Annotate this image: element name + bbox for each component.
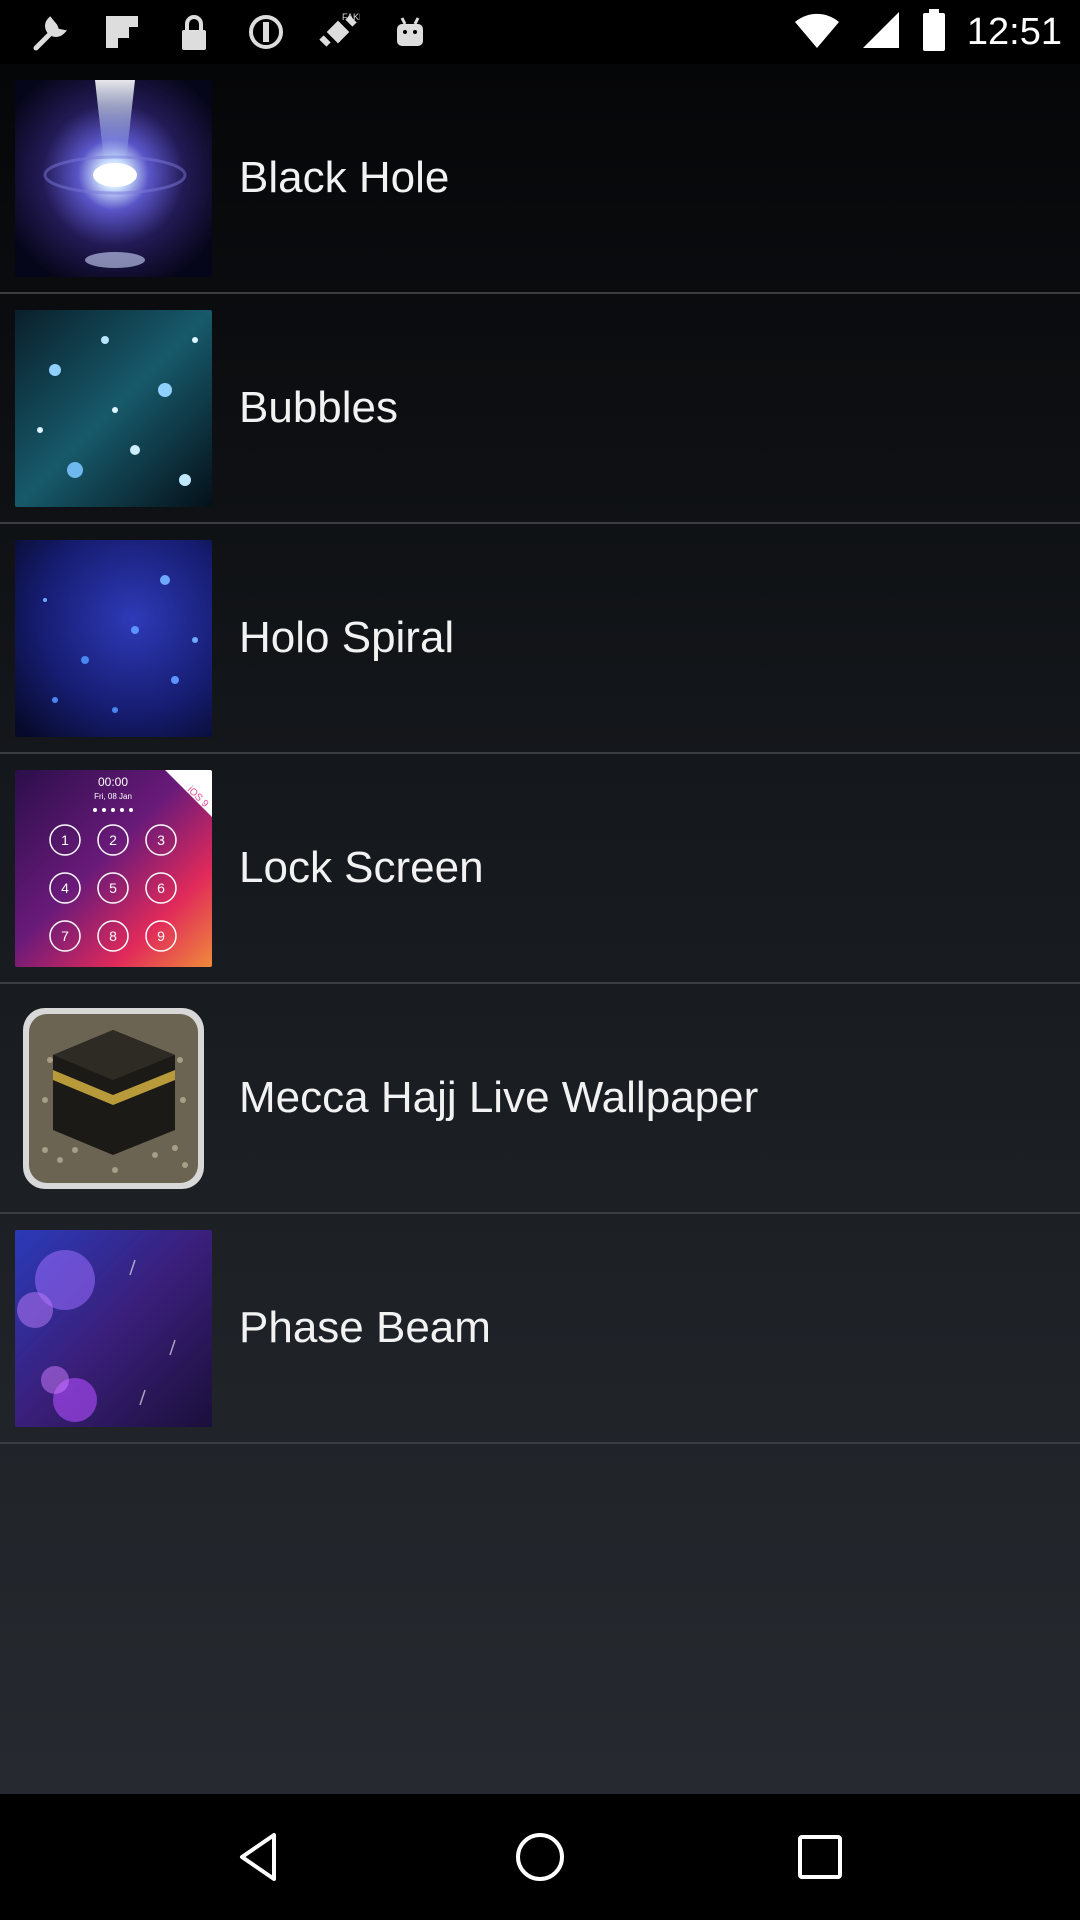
- list-item-bubbles[interactable]: Bubbles: [0, 294, 1080, 524]
- phase-beam-thumbnail: [15, 1229, 212, 1427]
- svg-text:FAKE: FAKE: [342, 12, 360, 22]
- back-icon: [240, 1833, 276, 1881]
- wifi-icon: [793, 10, 841, 55]
- notification-icons: FAKE: [28, 10, 432, 54]
- lock-icon: [172, 10, 216, 54]
- list-item-holo-spiral[interactable]: Holo Spiral: [0, 524, 1080, 754]
- recents-icon: [798, 1835, 842, 1879]
- home-icon: [516, 1833, 564, 1881]
- lock-key: 7: [61, 928, 69, 944]
- lock-thumb-date: Fri, 08 Jan: [94, 792, 132, 801]
- item-label: Mecca Hajj Live Wallpaper: [239, 1073, 759, 1122]
- lock-thumb-time: 00:00: [98, 775, 128, 789]
- list-item-lock-screen[interactable]: iOS 9 00:00 Fri, 08 Jan 1 2 3 4 5 6 7 8 …: [0, 754, 1080, 984]
- system-status: 12:51: [793, 8, 1062, 57]
- lock-key: 1: [61, 832, 69, 848]
- data-saver-icon: [244, 10, 288, 54]
- fake-gps-icon: FAKE: [316, 10, 360, 54]
- flipboard-icon: [100, 10, 144, 54]
- item-label: Bubbles: [239, 383, 399, 432]
- wallpaper-list: Black Hole Bubbles Holo Spiral iOS 9 00:…: [0, 64, 1080, 1794]
- android-icon: [388, 10, 432, 54]
- lock-key: 9: [157, 928, 165, 944]
- clock: 12:51: [966, 10, 1062, 53]
- list-item-black-hole[interactable]: Black Hole: [0, 64, 1080, 294]
- signal-icon: [861, 10, 901, 55]
- item-label: Lock Screen: [239, 843, 484, 892]
- lock-key: 4: [61, 880, 69, 896]
- battery-icon: [921, 8, 947, 57]
- list-item-mecca-hajj[interactable]: Mecca Hajj Live Wallpaper: [0, 984, 1080, 1214]
- black-hole-thumbnail: [15, 79, 212, 277]
- lock-key: 8: [109, 928, 117, 944]
- status-bar: FAKE 12:51: [0, 0, 1080, 64]
- bubbles-thumbnail: [15, 309, 212, 507]
- wrench-icon: [28, 10, 72, 54]
- navigation-bar: [0, 1794, 1080, 1920]
- lock-key: 5: [109, 880, 117, 896]
- mecca-thumbnail: [15, 1000, 212, 1197]
- lock-screen-thumbnail: iOS 9 00:00 Fri, 08 Jan 1 2 3 4 5 6 7 8 …: [15, 769, 212, 967]
- holo-spiral-thumbnail: [15, 539, 212, 737]
- recents-button[interactable]: [770, 1807, 870, 1907]
- lock-key: 6: [157, 880, 165, 896]
- lock-key: 2: [109, 832, 117, 848]
- item-label: Holo Spiral: [239, 613, 455, 662]
- item-label: Black Hole: [239, 153, 450, 202]
- back-button[interactable]: [210, 1807, 310, 1907]
- home-button[interactable]: [490, 1807, 590, 1907]
- item-label: Phase Beam: [239, 1303, 491, 1352]
- lock-key: 3: [157, 832, 165, 848]
- list-item-phase-beam[interactable]: Phase Beam: [0, 1214, 1080, 1444]
